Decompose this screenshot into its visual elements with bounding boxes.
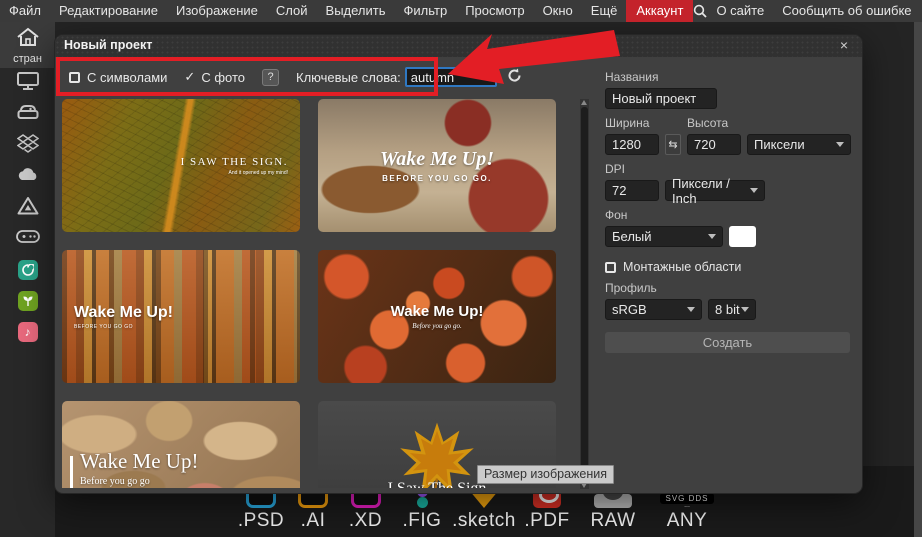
keywords-input[interactable] (405, 67, 497, 87)
menu-report-bug[interactable]: Сообщить об ошибке (773, 0, 920, 22)
unit-select[interactable]: Пиксели (747, 134, 851, 155)
drive-icon (17, 196, 39, 220)
background-select[interactable]: Белый (605, 226, 723, 247)
dpi-input[interactable] (605, 180, 659, 201)
new-project-dialog: Новый проект × С символами ✓ С фото ? Кл… (55, 35, 862, 493)
profile-select[interactable]: sRGB (605, 299, 702, 320)
width-input[interactable] (605, 134, 659, 155)
chevron-down-icon (708, 234, 716, 239)
cloud-icon (16, 167, 40, 187)
search-icon[interactable] (693, 0, 707, 22)
menu-about[interactable]: О сайте (707, 0, 773, 22)
template-grid: I SAW THE SIGN. And it opened up my mind… (62, 99, 562, 488)
photopea-teal-logo-icon (18, 260, 38, 280)
sidebar-item-domino[interactable] (0, 223, 55, 254)
profile-label: Профиль (605, 281, 852, 295)
menu-filter[interactable]: Фильтр (395, 0, 457, 22)
dialog-titlebar: Новый проект × (55, 35, 862, 57)
sidebar-item-pink[interactable]: ♪ (0, 316, 55, 347)
template-thumbnail-red-leaves[interactable]: Wake Me Up! Before you go go. (318, 250, 556, 383)
template-thumbnail-oak-leaves[interactable]: Wake Me Up! Before you go go (62, 401, 300, 488)
project-name-input[interactable] (605, 88, 717, 109)
sidebar-item-print[interactable] (0, 99, 55, 130)
menu-more[interactable]: Ещё (582, 0, 627, 22)
with-symbols-label: С символами (87, 70, 167, 85)
menu-layer[interactable]: Слой (267, 0, 317, 22)
dpi-unit-select[interactable]: Пиксели / Inch (665, 180, 765, 201)
menu-select[interactable]: Выделить (317, 0, 395, 22)
menu-image[interactable]: Изображение (167, 0, 267, 22)
start-sidebar: стран ♪ (0, 22, 55, 537)
dialog-title: Новый проект (64, 38, 152, 52)
sidebar-item-google-drive[interactable] (0, 192, 55, 223)
dpi-label: DPI (605, 162, 852, 176)
menu-window[interactable]: Окно (534, 0, 582, 22)
template-thumbnail-apples[interactable]: Wake Me Up! BEFORE YOU GO GO. (318, 99, 556, 232)
chevron-down-icon (836, 142, 844, 147)
printer-icon (17, 104, 39, 126)
template-thumbnail-leaf-macro[interactable]: I SAW THE SIGN. And it opened up my mind… (62, 99, 300, 232)
home-icon (16, 27, 40, 52)
sidebar-item-green[interactable] (0, 285, 55, 316)
sidebar-item-photopea[interactable] (0, 254, 55, 285)
height-input[interactable] (687, 134, 741, 155)
templates-scrollbar[interactable] (580, 99, 589, 489)
create-button[interactable]: Создать (605, 332, 850, 353)
refresh-icon[interactable] (507, 68, 522, 86)
keywords-label: Ключевые слова: (296, 70, 401, 85)
chevron-down-icon (741, 307, 749, 312)
bit-depth-select[interactable]: 8 bit (708, 299, 756, 320)
pink-note-logo-icon: ♪ (18, 322, 38, 342)
monitor-icon (17, 72, 39, 95)
menu-edit[interactable]: Редактирование (50, 0, 167, 22)
menu-file[interactable]: Файл (0, 0, 50, 22)
sidebar-item-onedrive[interactable] (0, 161, 55, 192)
sidebar-item-home[interactable]: стран (0, 22, 55, 68)
domino-icon (16, 230, 40, 248)
with-photo-checkmark-icon[interactable]: ✓ (184, 69, 195, 85)
scroll-up-icon[interactable] (581, 100, 587, 105)
help-button[interactable]: ? (262, 69, 279, 86)
artboards-label: Монтажные области (623, 260, 741, 274)
with-photo-label: С фото (201, 70, 245, 85)
background-label: Фон (605, 208, 852, 222)
project-settings-panel: Названия Ширина ⇆ Высота Пиксели DPI Пик… (605, 63, 852, 353)
page-scrollbar[interactable] (914, 22, 922, 537)
with-symbols-checkbox[interactable] (69, 72, 80, 83)
height-label: Высота (687, 116, 741, 130)
width-label: Ширина (605, 116, 659, 130)
close-icon[interactable]: × (836, 37, 852, 53)
camera-icon (594, 494, 632, 508)
template-filter-bar: С символами ✓ С фото ? Ключевые слова: (55, 57, 615, 97)
green-plant-logo-icon (18, 291, 38, 311)
background-color-swatch[interactable] (729, 226, 756, 247)
account-button[interactable]: Аккаунт (626, 0, 693, 22)
swap-dimensions-button[interactable]: ⇆ (665, 134, 681, 155)
sidebar-home-label: стран (0, 53, 55, 65)
name-label: Названия (605, 70, 852, 84)
image-size-tooltip: Размер изображения (477, 465, 614, 484)
artboards-checkbox[interactable] (605, 262, 616, 273)
template-thumbnail-forest[interactable]: Wake Me Up! BEFORE YOU GO GO (62, 250, 300, 383)
chevron-down-icon (750, 188, 758, 193)
sidebar-item-dropbox[interactable] (0, 130, 55, 161)
menu-view[interactable]: Просмотр (456, 0, 533, 22)
dropbox-icon (17, 134, 39, 158)
chevron-down-icon (687, 307, 695, 312)
menu-bar: Файл Редактирование Изображение Слой Выд… (0, 0, 922, 22)
sidebar-item-screen[interactable] (0, 68, 55, 99)
